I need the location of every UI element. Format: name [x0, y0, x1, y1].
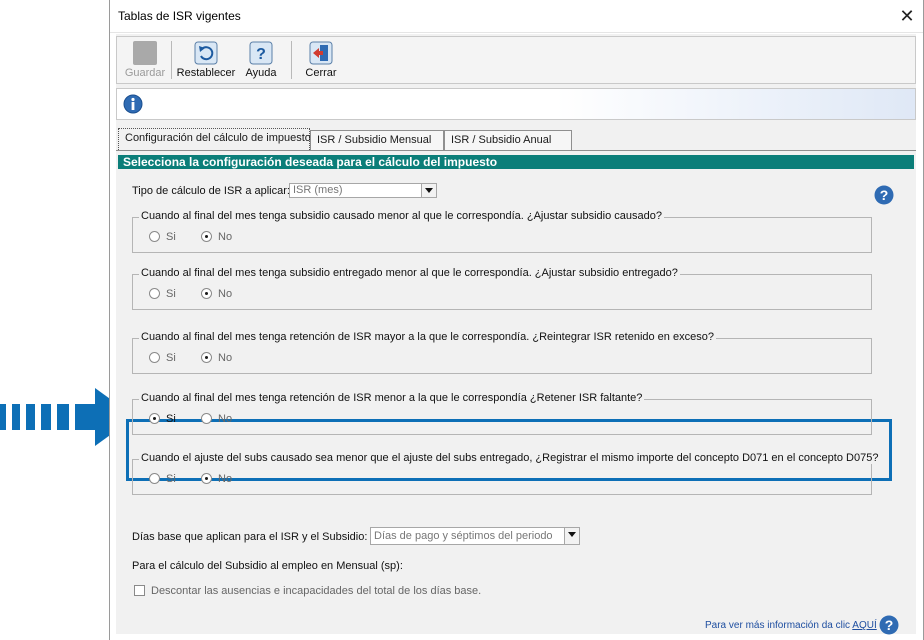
dias-base-label: Días base que aplican para el ISR y el S… [132, 531, 368, 543]
chevron-down-icon[interactable] [564, 528, 579, 544]
radio-si[interactable]: Si [149, 413, 176, 425]
tab-isr-mensual[interactable]: ISR / Subsidio Mensual [310, 130, 444, 150]
radio-label: Si [166, 473, 176, 485]
save-label: Guardar [124, 67, 166, 79]
more-info-label: Para ver más información da clic [705, 620, 851, 631]
group-question: Cuando al final del mes tenga subsidio e… [139, 267, 680, 279]
svg-text:?: ? [880, 187, 889, 203]
help-icon: ? [249, 41, 273, 65]
radio-icon [201, 288, 212, 299]
radio-no[interactable]: No [201, 473, 232, 485]
radio-label: No [218, 413, 233, 425]
radio-icon [149, 413, 160, 424]
svg-text:?: ? [885, 617, 894, 633]
radio-icon [149, 473, 160, 484]
close-icon[interactable]: ✕ [897, 6, 917, 26]
radio-label: Si [166, 288, 176, 300]
groupbox-ajustar-subsidio-entregado: Cuando al final del mes tenga subsidio e… [132, 267, 872, 310]
exit-button[interactable]: Cerrar [299, 41, 343, 81]
svg-text:?: ? [256, 46, 266, 63]
radio-label: Si [166, 352, 176, 364]
toolbar-separator [171, 41, 172, 79]
window-body: Guardar Restablecer ? Ayuda Cerrar Confi… [116, 34, 916, 635]
descontar-ausencias-checkbox[interactable] [134, 585, 145, 596]
help-button[interactable]: ? Ayuda [241, 41, 281, 81]
tipo-calculo-select[interactable]: ISR (mes) [289, 183, 437, 198]
more-info-text: Para ver más información da clic AQUÍ [705, 620, 877, 631]
exit-icon [309, 41, 333, 65]
tab-strip: Configuración del cálculo de impuesto IS… [116, 128, 916, 150]
radio-icon [201, 231, 212, 242]
group-question: Cuando al final del mes tenga subsidio c… [139, 210, 664, 222]
radio-si[interactable]: Si [149, 473, 176, 485]
toolbar: Guardar Restablecer ? Ayuda Cerrar [116, 36, 916, 84]
descontar-ausencias-label: Descontar las ausencias e incapacidades … [151, 585, 482, 597]
radio-no[interactable]: No [201, 413, 232, 425]
radio-label: No [218, 288, 233, 300]
more-info-link[interactable]: AQUÍ [852, 620, 876, 631]
radio-icon [201, 413, 212, 424]
radio-icon [201, 352, 212, 363]
radio-si[interactable]: Si [149, 231, 176, 243]
groupbox-registrar-d071-d075: Cuando el ajuste del subs causado sea me… [132, 452, 881, 495]
radio-label: No [218, 352, 233, 364]
dias-base-select[interactable]: Días de pago y séptimos del periodo [370, 527, 580, 545]
info-icon [123, 94, 143, 114]
radio-icon [149, 352, 160, 363]
radio-icon [149, 288, 160, 299]
tipo-calculo-label: Tipo de cálculo de ISR a aplicar: [132, 185, 290, 197]
radio-icon [201, 473, 212, 484]
groupbox-retener-isr-faltante: Cuando al final del mes tenga retención … [132, 392, 872, 435]
exit-label: Cerrar [305, 67, 337, 79]
restore-button[interactable]: Restablecer [175, 41, 237, 81]
help-icon[interactable]: ? [874, 185, 894, 205]
save-button[interactable]: Guardar [123, 41, 167, 81]
window-title: Tablas de ISR vigentes [118, 9, 241, 23]
toolbar-separator [291, 41, 292, 79]
group-question: Cuando al final del mes tenga retención … [139, 392, 645, 404]
radio-si[interactable]: Si [149, 352, 176, 364]
radio-no[interactable]: No [201, 231, 232, 243]
radio-label: Si [166, 231, 176, 243]
restore-label: Restablecer [176, 67, 236, 79]
chevron-down-icon[interactable] [421, 184, 436, 197]
radio-label: No [218, 231, 233, 243]
help-icon[interactable]: ? [879, 615, 899, 635]
radio-no[interactable]: No [201, 352, 232, 364]
groupbox-reintegrar-isr: Cuando al final del mes tenga retención … [132, 331, 872, 374]
isr-tables-window: Tablas de ISR vigentes ✕ Guardar Restabl… [109, 0, 924, 640]
radio-label: No [218, 473, 233, 485]
groupbox-ajustar-subsidio-causado: Cuando al final del mes tenga subsidio c… [132, 210, 872, 253]
info-bar [116, 88, 916, 120]
tab-configuracion[interactable]: Configuración del cálculo de impuesto [118, 128, 311, 150]
tab-content: Selecciona la configuración deseada para… [116, 150, 916, 635]
dias-base-value: Días de pago y séptimos del periodo [374, 530, 553, 542]
section-header: Selecciona la configuración deseada para… [118, 155, 914, 169]
group-question: Cuando al final del mes tenga retención … [139, 331, 716, 343]
group-question: Cuando el ajuste del subs causado sea me… [139, 452, 881, 464]
tipo-calculo-value: ISR (mes) [293, 184, 343, 196]
radio-no[interactable]: No [201, 288, 232, 300]
radio-si[interactable]: Si [149, 288, 176, 300]
restore-icon [194, 41, 218, 65]
save-icon [133, 41, 157, 65]
tab-isr-anual[interactable]: ISR / Subsidio Anual [444, 130, 572, 150]
radio-label: Si [166, 413, 176, 425]
subsidio-label: Para el cálculo del Subsidio al empleo e… [132, 560, 403, 572]
help-label: Ayuda [245, 67, 277, 79]
radio-icon [149, 231, 160, 242]
title-bar: Tablas de ISR vigentes ✕ [110, 0, 923, 33]
